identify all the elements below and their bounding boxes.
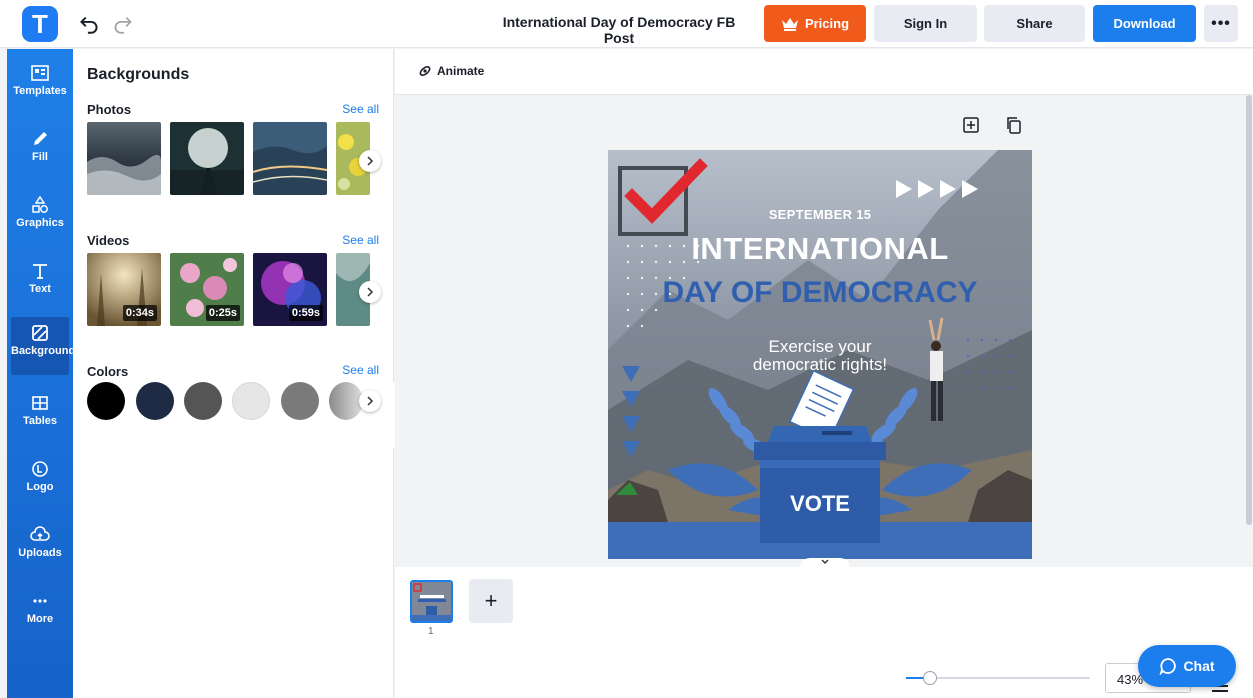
add-page-icon[interactable] — [961, 115, 981, 135]
chat-button[interactable]: Chat — [1138, 645, 1236, 687]
color-swatch-dark-gray[interactable] — [184, 382, 222, 420]
sign-in-button[interactable]: Sign In — [874, 5, 977, 42]
background-icon — [32, 325, 48, 341]
logo-icon — [32, 461, 48, 477]
app-logo[interactable]: T — [22, 6, 58, 42]
rail-item-text[interactable]: Text — [7, 255, 73, 313]
rail-label: Text — [29, 283, 51, 295]
rail-label: Templates — [13, 85, 67, 97]
videos-see-all-link[interactable]: See all — [342, 233, 379, 247]
shapes-icon — [32, 195, 48, 213]
animate-button[interactable]: Animate — [418, 64, 484, 78]
rail-item-more[interactable]: More — [7, 585, 73, 643]
color-swatch-navy[interactable] — [136, 382, 174, 420]
pricing-label: Pricing — [804, 16, 850, 31]
rail-label: Logo — [26, 481, 54, 493]
canvas-toolbar: Animate — [395, 49, 1253, 95]
design-headline-1[interactable]: INTERNATIONAL — [678, 231, 962, 267]
expand-pages-tab[interactable] — [800, 558, 850, 572]
rail-item-fill[interactable]: Fill — [7, 123, 73, 181]
panel-title: Backgrounds — [87, 66, 190, 83]
color-swatch-light-gray[interactable] — [232, 382, 270, 420]
video-thumb-forest[interactable]: 0:34s — [87, 253, 161, 326]
rail-item-uploads[interactable]: Uploads — [7, 519, 73, 577]
templates-icon — [31, 65, 49, 81]
more-options-button[interactable]: ••• — [1204, 5, 1238, 42]
video-duration: 0:25s — [205, 305, 240, 321]
chevron-right-icon — [367, 156, 374, 166]
video-duration: 0:34s — [122, 305, 157, 321]
chevron-right-icon — [367, 287, 374, 297]
photo-thumb-moon-road[interactable] — [170, 122, 244, 195]
design-canvas[interactable]: SEPTEMBER 15 INTERNATIONAL DAY OF DEMOCR… — [608, 150, 1032, 559]
canvas-scrollbar[interactable] — [1246, 95, 1252, 525]
text-icon — [33, 264, 47, 279]
color-swatch-black[interactable] — [87, 382, 125, 420]
rail-label: Graphics — [16, 217, 64, 229]
chevron-down-icon — [821, 559, 829, 564]
design-date-text[interactable]: SEPTEMBER 15 — [758, 207, 882, 222]
colors-next-arrow[interactable] — [359, 390, 381, 412]
videos-next-arrow[interactable] — [359, 281, 381, 303]
rail-label: Background — [11, 345, 76, 357]
video-thumb-blossoms[interactable]: 0:25s — [170, 253, 244, 326]
rail-item-background[interactable]: Background — [11, 317, 76, 375]
share-button[interactable]: Share — [984, 5, 1085, 42]
animate-label: Animate — [437, 64, 485, 78]
pen-icon — [34, 132, 47, 145]
rail-item-graphics[interactable]: Graphics — [7, 189, 73, 247]
rail-label: Fill — [32, 151, 48, 163]
rail-item-logo[interactable]: Logo — [7, 453, 73, 511]
photos-title: Photos — [87, 102, 132, 117]
zoom-slider-handle[interactable] — [923, 671, 937, 685]
video-thumb-purple-smoke[interactable]: 0:59s — [253, 253, 327, 326]
color-swatch-gradient[interactable] — [329, 382, 363, 420]
design-tagline-1[interactable]: Exercise your — [718, 337, 922, 357]
photo-thumb-coastal-road[interactable] — [253, 122, 327, 195]
page-thumbnail[interactable] — [410, 580, 453, 623]
color-swatch-gray[interactable] — [281, 382, 319, 420]
chat-bubble-icon — [1160, 658, 1177, 675]
photo-thumb-stormy-sea[interactable] — [87, 122, 161, 195]
undo-icon[interactable] — [76, 10, 102, 36]
videos-title: Videos — [87, 233, 130, 248]
video-duration: 0:59s — [288, 305, 323, 321]
ballot-box-label[interactable]: VOTE — [760, 491, 880, 517]
add-page-button[interactable]: + — [469, 579, 513, 623]
animate-icon — [419, 65, 431, 77]
design-tagline-2[interactable]: democratic rights! — [718, 355, 922, 375]
duplicate-page-icon[interactable] — [1004, 115, 1024, 135]
pricing-button[interactable]: Pricing — [764, 5, 866, 42]
rail-label: More — [26, 613, 54, 625]
colors-see-all-link[interactable]: See all — [342, 363, 379, 377]
rail-label: Tables — [22, 415, 58, 427]
download-button[interactable]: Download — [1093, 5, 1196, 42]
redo-icon[interactable] — [110, 10, 136, 36]
top-bar: T International Day of Democracy FB Post… — [0, 0, 1253, 48]
photos-next-arrow[interactable] — [359, 150, 381, 172]
colors-title: Colors — [87, 364, 129, 379]
upload-cloud-icon — [30, 526, 50, 541]
more-dots-icon — [33, 599, 47, 603]
chevron-right-icon — [367, 396, 374, 406]
design-headline-2[interactable]: DAY OF DEMOCRACY — [638, 276, 1002, 310]
table-icon — [32, 396, 48, 410]
backgrounds-panel: Backgrounds Photos See all Videos See al… — [73, 49, 394, 698]
page-number: 1 — [428, 626, 434, 637]
crown-icon — [781, 17, 798, 31]
document-title[interactable]: International Day of Democracy FB Post — [490, 14, 748, 46]
rail-label: Uploads — [18, 547, 62, 559]
chat-label: Chat — [1183, 658, 1215, 674]
left-rail: Templates Fill Graphics Text Background … — [7, 49, 76, 698]
rail-item-templates[interactable]: Templates — [7, 57, 73, 115]
photos-see-all-link[interactable]: See all — [342, 102, 379, 116]
zoom-slider-track[interactable] — [930, 677, 1090, 679]
rail-item-tables[interactable]: Tables — [7, 387, 73, 445]
